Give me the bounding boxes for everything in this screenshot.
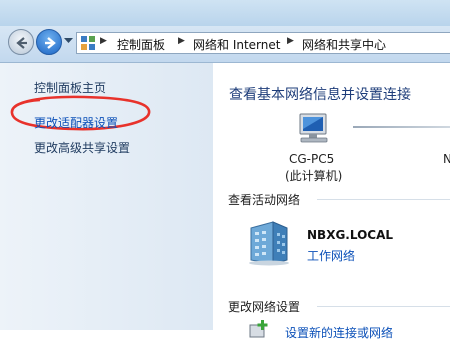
section-divider	[317, 199, 450, 200]
control-panel-icon	[81, 36, 95, 50]
section-divider	[317, 306, 450, 307]
computer-subtitle: (此计算机)	[285, 169, 343, 183]
breadcrumb-separator-icon[interactable]: ▶	[100, 36, 107, 46]
history-dropdown-icon[interactable]	[64, 38, 73, 44]
active-networks-heading: 查看活动网络	[228, 193, 301, 207]
building-network-icon	[249, 221, 289, 266]
network-type-link[interactable]: 工作网络	[307, 247, 355, 264]
network-connection-line	[353, 126, 450, 128]
change-network-settings-heading: 更改网络设置	[228, 300, 301, 314]
left-navigation-pane: 控制面板主页 更改适配器设置 更改高级共享设置	[0, 63, 213, 330]
change-adapter-settings-link[interactable]: 更改适配器设置	[34, 114, 118, 131]
new-connection-icon	[249, 320, 268, 338]
address-bar[interactable]: ▶ 控制面板 ▶ 网络和 Internet ▶ 网络和共享中心	[76, 32, 450, 54]
computer-name: CG-PC5	[289, 152, 335, 166]
network-name: NBXG.LOCAL	[307, 228, 394, 242]
change-advanced-sharing-link[interactable]: 更改高级共享设置	[34, 139, 130, 156]
breadcrumb-network-internet[interactable]: 网络和 Internet	[193, 36, 280, 53]
breadcrumb-control-panel[interactable]: 控制面板	[117, 36, 165, 53]
page-title: 查看基本网络信息并设置连接	[229, 87, 411, 103]
forward-arrow-icon	[45, 37, 56, 49]
back-arrow-icon	[16, 37, 27, 49]
main-content-pane: 查看基本网络信息并设置连接 CG-PC5 (此计算机) N 查看活动网络 NBX…	[213, 63, 450, 340]
navigation-bar: ▶ 控制面板 ▶ 网络和 Internet ▶ 网络和共享中心	[0, 26, 450, 63]
breadcrumb-sharing-center[interactable]: 网络和共享中心	[302, 36, 386, 53]
breadcrumb-separator-icon[interactable]: ▶	[287, 36, 294, 46]
setup-connection-link[interactable]: 设置新的连接或网络	[285, 324, 393, 341]
back-button[interactable]	[8, 29, 34, 55]
forward-button[interactable]	[36, 29, 62, 55]
network-node-label: N	[443, 152, 450, 166]
computer-icon[interactable]	[293, 112, 333, 146]
window-titlebar	[0, 0, 450, 26]
breadcrumb-separator-icon[interactable]: ▶	[178, 36, 185, 46]
